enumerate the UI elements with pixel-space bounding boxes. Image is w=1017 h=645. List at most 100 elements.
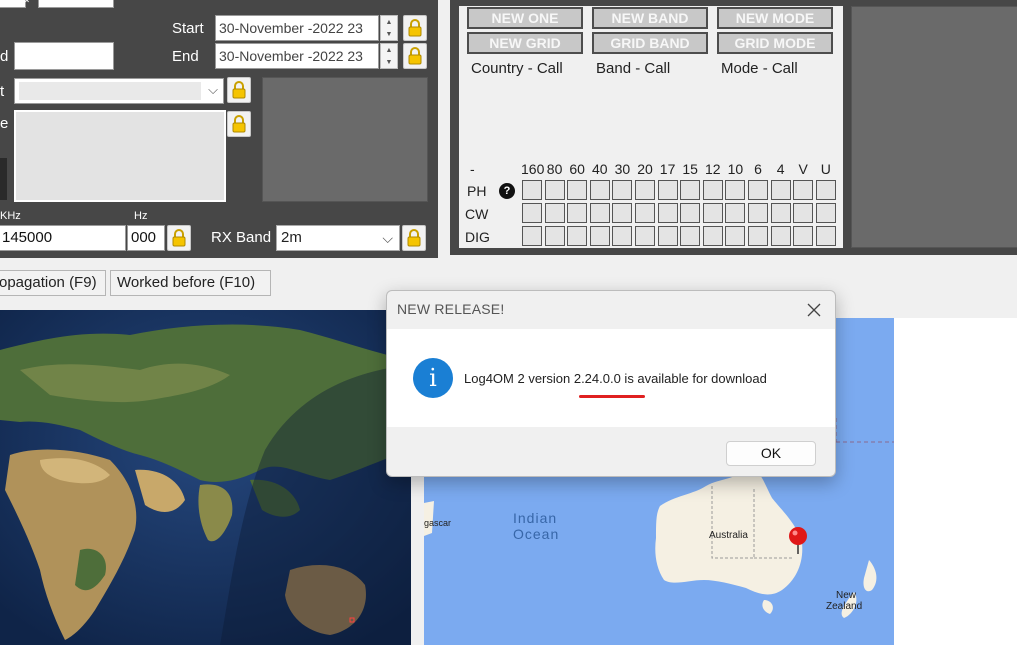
hz-label: Hz [134, 210, 148, 222]
band-mode-cell[interactable] [544, 180, 565, 200]
band-mode-cell[interactable] [770, 180, 791, 200]
band-mode-cell[interactable] [612, 203, 633, 223]
band-mode-cell[interactable] [589, 203, 610, 223]
mode-label-dig: DIG [465, 229, 490, 245]
band-mode-cell[interactable] [702, 226, 723, 246]
frequency-lock-button[interactable] [167, 225, 191, 251]
left-edge-button[interactable] [0, 158, 7, 200]
band-header: 17 [659, 161, 676, 177]
new-mode-button[interactable]: NEW MODE [717, 7, 833, 29]
grid-mode-button[interactable]: GRID MODE [717, 32, 833, 54]
band-mode-cell[interactable] [544, 203, 565, 223]
band-header: 10 [727, 161, 744, 177]
band-mode-cell[interactable] [793, 226, 814, 246]
band-mode-cell[interactable] [793, 180, 814, 200]
lock-icon [232, 115, 246, 133]
band-mode-cell[interactable] [815, 203, 836, 223]
awards-panel: NEW ONE NEW BAND NEW MODE NEW GRID GRID … [459, 6, 843, 248]
band-mode-cell[interactable] [815, 180, 836, 200]
new-band-button[interactable]: NEW BAND [592, 7, 708, 29]
band-mode-cell[interactable] [635, 226, 655, 246]
end-lock-button[interactable] [403, 43, 427, 69]
combo-selection [19, 82, 201, 100]
close-icon[interactable] [803, 299, 825, 321]
band-mode-cell[interactable] [748, 180, 768, 200]
band-mode-cell[interactable] [612, 226, 633, 246]
band-mode-cell[interactable] [748, 226, 768, 246]
band-mode-cell[interactable] [567, 180, 588, 200]
image-placeholder-box [262, 77, 428, 202]
new-one-button[interactable]: NEW ONE [467, 7, 583, 29]
frequency-hz-field[interactable]: 000 [127, 225, 165, 251]
end-datetime-field[interactable]: 30-November -2022 23 [215, 43, 379, 69]
band-mode-cell[interactable] [589, 180, 610, 200]
frequency-khz-field[interactable]: 145000 [0, 225, 126, 251]
band-mode-cell[interactable] [793, 203, 814, 223]
end-label: End [172, 48, 199, 65]
band-mode-cell[interactable] [680, 180, 701, 200]
combo-lock-button[interactable] [227, 77, 251, 103]
band-mode-cell[interactable] [815, 226, 836, 246]
lock-icon [408, 47, 422, 65]
start-lock-button[interactable] [403, 15, 427, 41]
band-mode-cell[interactable] [680, 203, 701, 223]
start-datetime-field[interactable]: 30-November -2022 23 [215, 15, 379, 41]
band-mode-cell[interactable] [544, 226, 565, 246]
mode-label-ph: PH [467, 183, 487, 199]
map-label-ocean: Ocean [513, 526, 560, 542]
new-grid-button[interactable]: NEW GRID [467, 32, 583, 54]
rx-band-select[interactable]: 2m ⌵ [276, 225, 400, 251]
partial-top-field[interactable] [0, 0, 26, 8]
notes-lock-button[interactable] [227, 111, 251, 137]
band-mode-cell[interactable] [589, 226, 610, 246]
dialog-title: NEW RELEASE! [397, 301, 505, 317]
band-mode-cell[interactable] [770, 226, 791, 246]
band-mode-cell[interactable] [748, 203, 768, 223]
start-spinner[interactable]: ▲ ▼ [380, 15, 398, 41]
end-spinner[interactable]: ▲ ▼ [380, 43, 398, 69]
partial-top-field-2[interactable] [38, 0, 114, 8]
version-underline [579, 395, 645, 398]
name-field[interactable] [14, 42, 114, 70]
band-mode-cell[interactable] [657, 226, 678, 246]
worked-before-button[interactable]: Worked before (F10) [110, 270, 271, 296]
band-header: 20 [637, 161, 653, 177]
band-mode-cell[interactable] [680, 226, 701, 246]
rx-band-label: RX Band [211, 229, 272, 246]
band-mode-cell[interactable] [770, 203, 791, 223]
band-header: 60 [569, 161, 585, 177]
help-question-icon[interactable]: ? [499, 183, 515, 199]
mode-call-caption: Mode - Call [721, 60, 798, 77]
satellite-map-graphic [0, 310, 411, 645]
band-mode-cell[interactable] [657, 203, 678, 223]
band-header-dash: - [470, 161, 475, 177]
rx-band-lock-button[interactable] [402, 225, 426, 251]
dialog-body: i Log4OM 2 version 2.24.0.0 is available… [387, 329, 835, 427]
band-mode-cell[interactable] [635, 203, 655, 223]
band-mode-cell[interactable] [522, 226, 542, 246]
band-header: V [798, 161, 808, 177]
notes-textarea[interactable] [14, 110, 226, 202]
grid-band-button[interactable]: GRID BAND [592, 32, 708, 54]
band-header: 12 [705, 161, 721, 177]
band-mode-cell[interactable] [702, 180, 723, 200]
greyline-satellite-map[interactable] [0, 310, 411, 645]
mode-label-cw: CW [465, 206, 489, 222]
propagation-button[interactable]: opagation (F9) [0, 270, 106, 296]
band-mode-cell[interactable] [725, 203, 746, 223]
band-mode-cell[interactable] [725, 226, 746, 246]
band-mode-cell[interactable] [725, 180, 746, 200]
band-mode-cell[interactable] [635, 180, 655, 200]
band-mode-cell[interactable] [522, 203, 542, 223]
band-mode-cell[interactable] [567, 226, 588, 246]
band-mode-cell[interactable] [567, 203, 588, 223]
band-mode-cell[interactable] [657, 180, 678, 200]
ok-button[interactable]: OK [726, 441, 816, 466]
partial-label-d: d [0, 48, 9, 65]
new-release-dialog: NEW RELEASE! i Log4OM 2 version 2.24.0.0… [386, 290, 836, 477]
combo-field[interactable]: ⌵ [14, 78, 224, 104]
band-mode-cell[interactable] [612, 180, 633, 200]
band-mode-cell[interactable] [702, 203, 723, 223]
band-mode-cell[interactable] [522, 180, 542, 200]
qso-entry-panel: * Start 30-November -2022 23 ▲ ▼ End 30-N… [0, 0, 438, 258]
